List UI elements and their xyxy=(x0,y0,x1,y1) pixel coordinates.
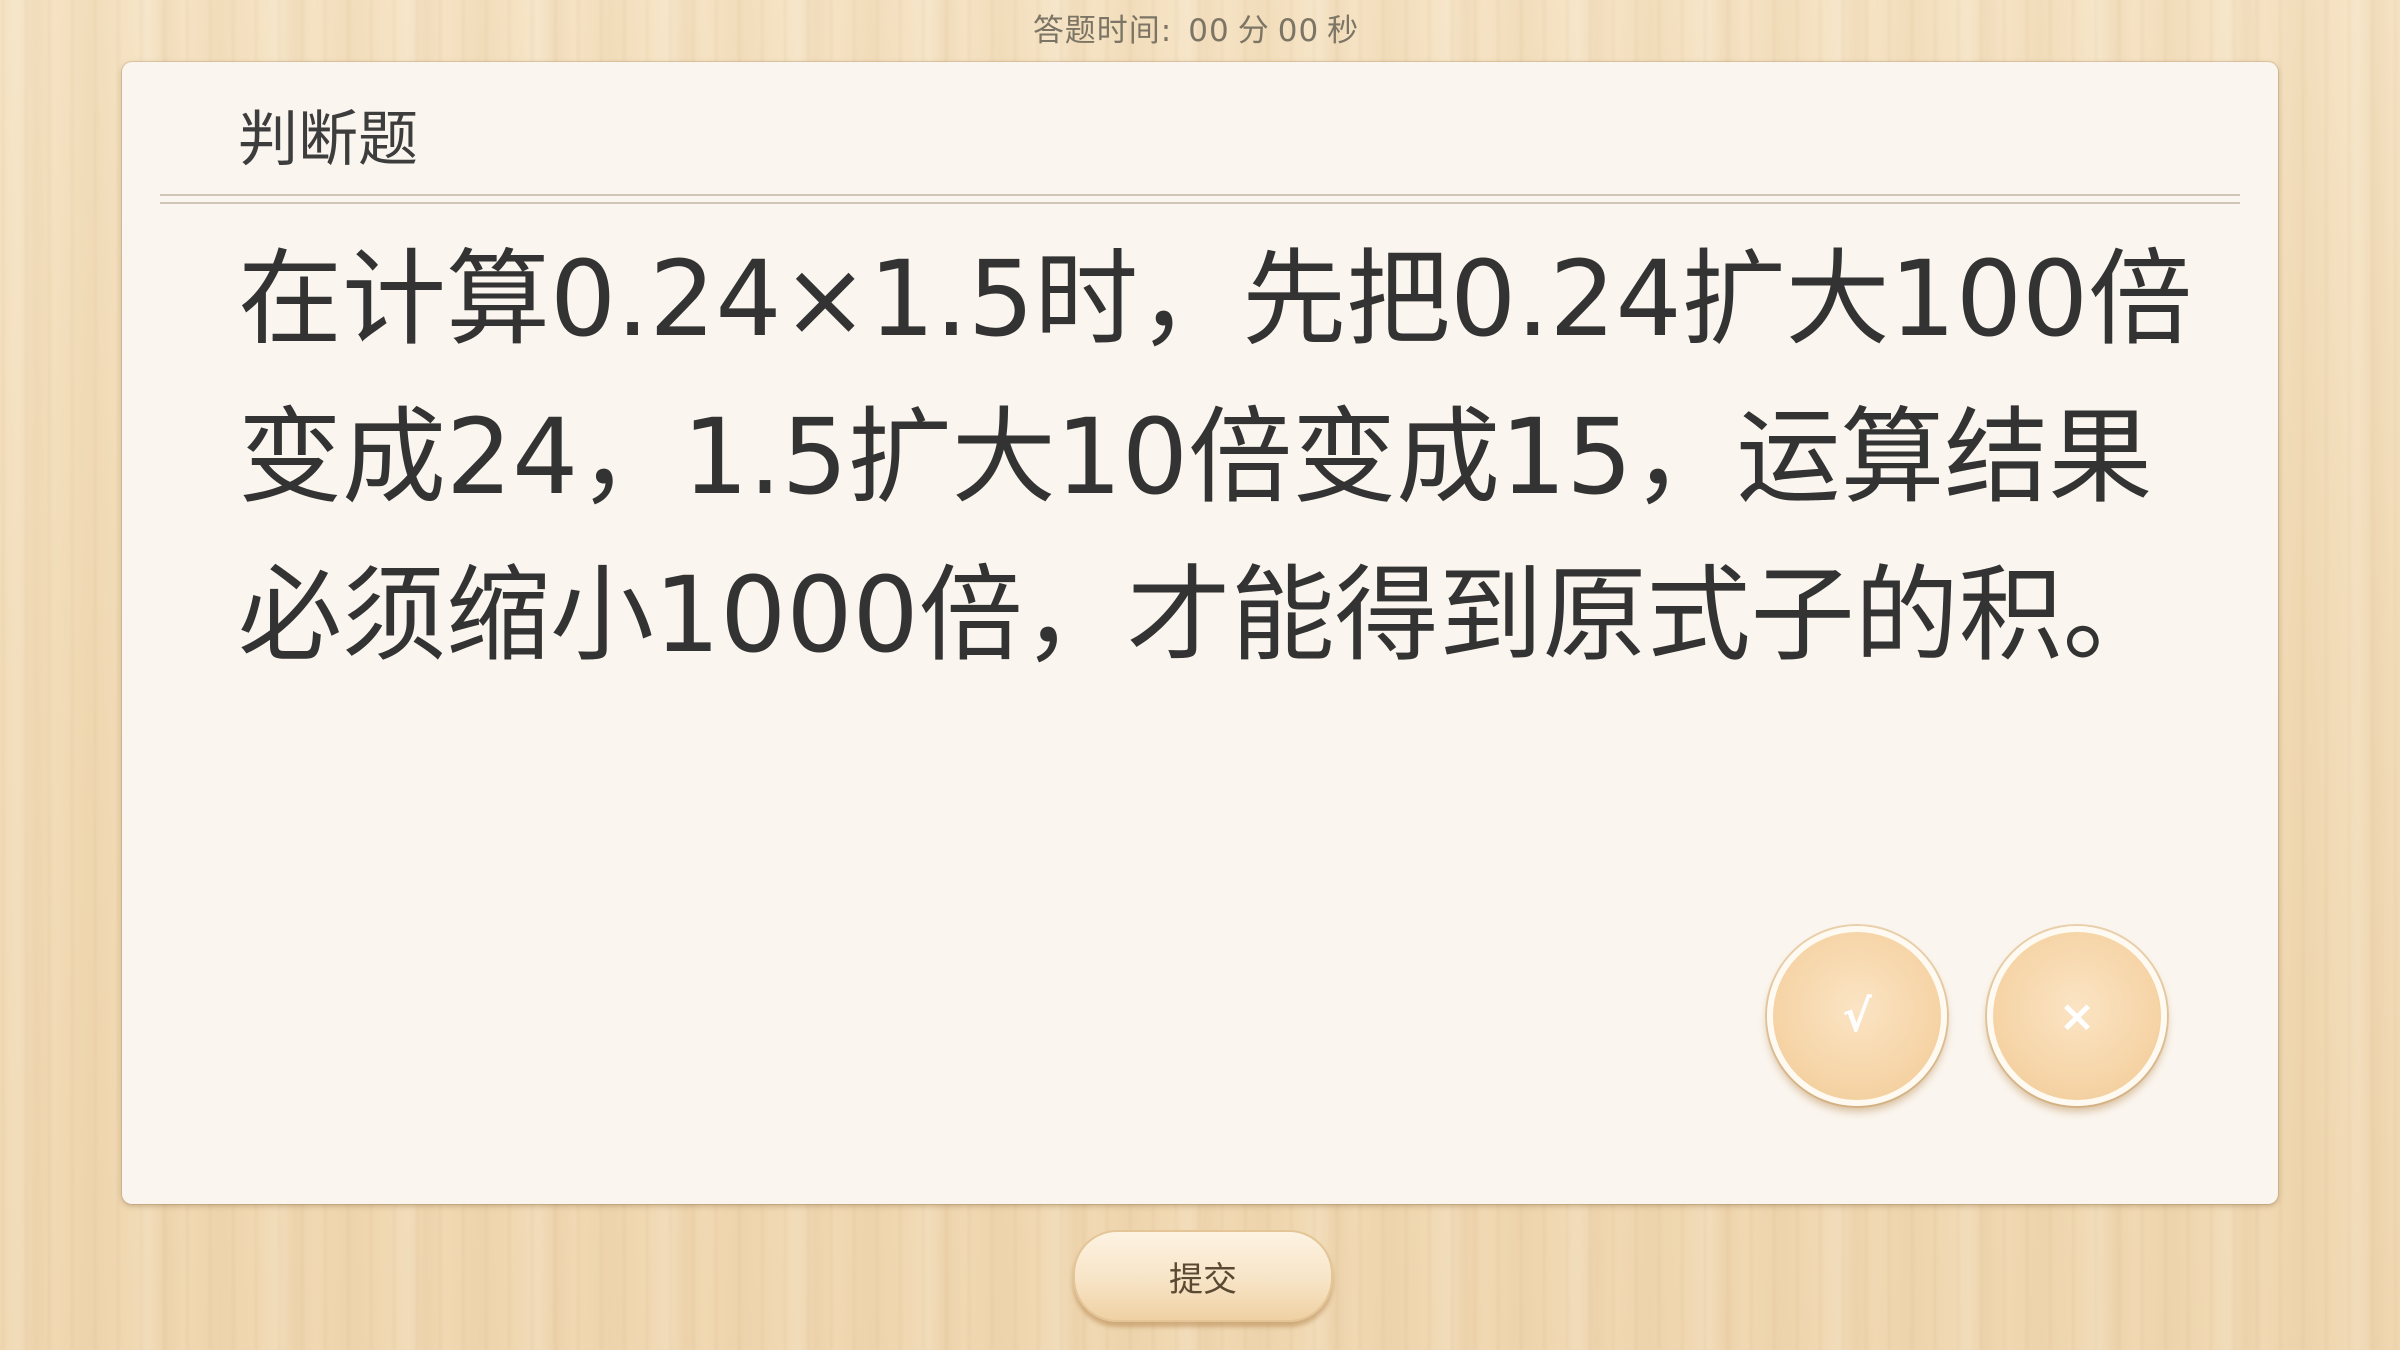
check-icon: √ xyxy=(1842,990,1872,1042)
false-answer-button[interactable]: × xyxy=(1987,926,2167,1106)
timer-seconds: 00 xyxy=(1277,13,1320,49)
question-card: 判断题 在计算0.24×1.5时，先把0.24扩大100倍变成24，1.5扩大1… xyxy=(122,62,2278,1204)
title-divider xyxy=(160,194,2240,204)
timer-seconds-unit: 秒 xyxy=(1327,13,1360,49)
timer-minutes: 00 xyxy=(1188,13,1230,49)
submit-label: 提交 xyxy=(1169,1259,1237,1300)
question-type-title: 判断题 xyxy=(238,105,418,175)
cross-icon: × xyxy=(2058,990,2096,1042)
true-answer-button[interactable]: √ xyxy=(1767,926,1947,1106)
submit-button[interactable]: 提交 xyxy=(1073,1230,1333,1322)
timer-label: 答题时间: xyxy=(1032,13,1173,49)
timer-minutes-unit: 分 xyxy=(1237,13,1270,49)
answer-timer: 答题时间: 00 分 00 秒 xyxy=(0,8,2400,54)
question-text: 在计算0.24×1.5时，先把0.24扩大100倍变成24，1.5扩大10倍变成… xyxy=(238,238,2193,676)
